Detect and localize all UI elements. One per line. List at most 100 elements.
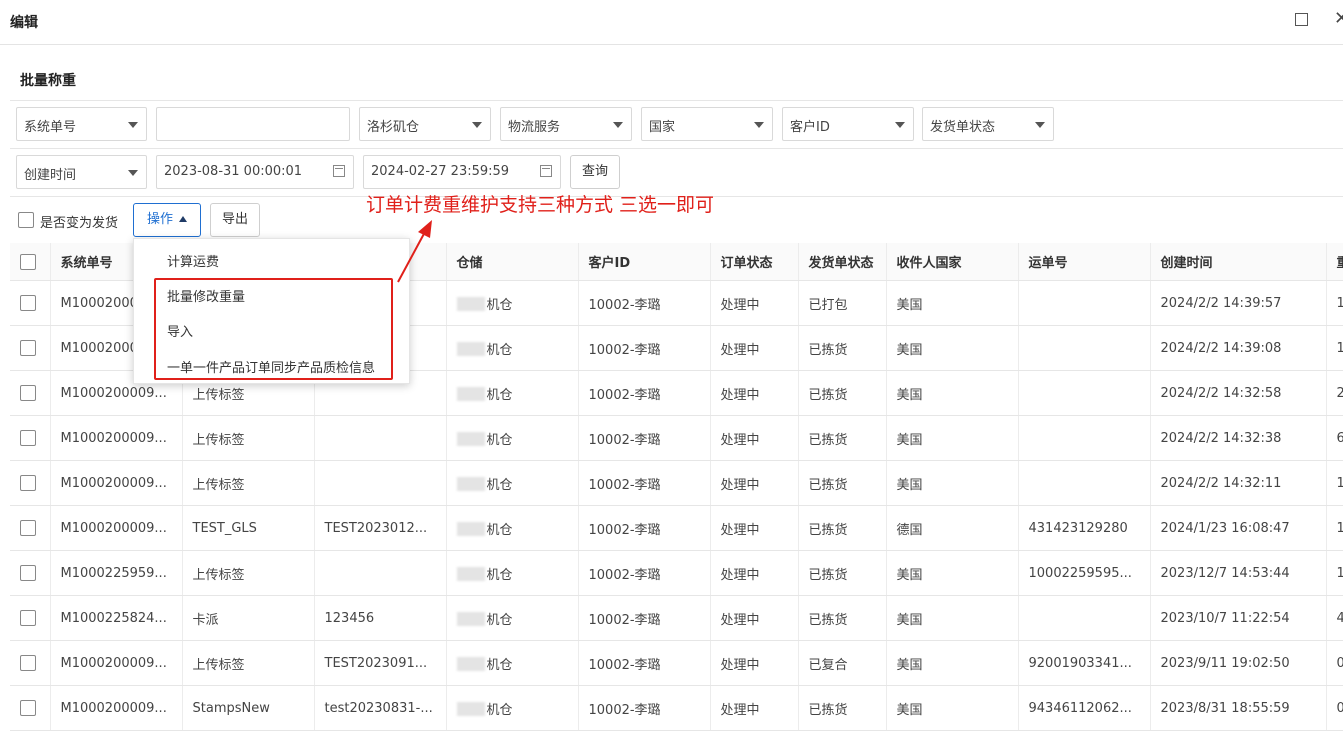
cell-text: 已拣货 bbox=[809, 433, 848, 448]
customer-id-select[interactable]: 客户ID bbox=[782, 107, 914, 141]
row-checkbox[interactable] bbox=[20, 520, 36, 536]
table-cell: 2024/2/2 14:39:57 bbox=[1150, 281, 1326, 326]
ship-checkbox[interactable] bbox=[18, 212, 34, 228]
cell-text: M1000200009... bbox=[61, 386, 167, 401]
table-cell: 已拣货 bbox=[798, 416, 886, 461]
cell-text: 上传标签 bbox=[193, 568, 245, 583]
table-cell: 美国 bbox=[886, 416, 1018, 461]
caret-up-icon bbox=[179, 216, 187, 222]
export-button[interactable]: 导出 bbox=[210, 203, 260, 237]
cell-text: 94346112062... bbox=[1029, 701, 1132, 716]
calendar-icon bbox=[333, 165, 345, 177]
table-cell bbox=[1018, 326, 1150, 371]
column-header[interactable]: 重 bbox=[1326, 243, 1343, 281]
shipment-status-select[interactable]: 发货单状态 bbox=[922, 107, 1054, 141]
cell-text: M1000200009... bbox=[61, 476, 167, 491]
column-header[interactable]: 运单号 bbox=[1018, 243, 1150, 281]
table-cell: 10002-李璐 bbox=[578, 686, 710, 731]
column-header[interactable]: 客户ID bbox=[578, 243, 710, 281]
cell-text: 1 bbox=[1337, 296, 1343, 311]
row-checkbox[interactable] bbox=[20, 475, 36, 491]
row-checkbox[interactable] bbox=[20, 565, 36, 581]
logistics-service-select[interactable]: 物流服务 bbox=[500, 107, 632, 141]
cell-text: 美国 bbox=[897, 658, 923, 673]
cell-text: 1 bbox=[1337, 566, 1343, 581]
window-titlebar: 编辑 ✕ bbox=[0, 0, 1343, 45]
cell-text: 卡派 bbox=[193, 613, 219, 628]
country-select[interactable]: 国家 bbox=[641, 107, 773, 141]
table-cell: 上传标签 bbox=[182, 551, 314, 596]
operate-button[interactable]: 操作 bbox=[133, 203, 201, 237]
table-cell: M1000200009... bbox=[50, 461, 182, 506]
cell-text: 美国 bbox=[897, 298, 923, 313]
cell-text: 0 bbox=[1337, 701, 1343, 716]
column-header[interactable]: 创建时间 bbox=[1150, 243, 1326, 281]
table-cell: 已拣货 bbox=[798, 596, 886, 641]
cell-text: 处理中 bbox=[721, 478, 760, 493]
cell-text: TEST2023091... bbox=[325, 656, 428, 671]
highlight-box bbox=[154, 278, 393, 380]
row-checkbox[interactable] bbox=[20, 295, 36, 311]
order-number-type-select[interactable]: 系统单号 bbox=[16, 107, 147, 141]
column-header[interactable]: 收件人国家 bbox=[886, 243, 1018, 281]
table-cell: 处理中 bbox=[710, 326, 798, 371]
cell-text: 6 bbox=[1337, 431, 1343, 446]
maximize-icon[interactable] bbox=[1295, 13, 1308, 26]
table-cell: 10002-李璐 bbox=[578, 551, 710, 596]
table-cell: 已拣货 bbox=[798, 686, 886, 731]
table-cell: 机仓 bbox=[446, 461, 578, 506]
end-date-input[interactable]: 2024-02-27 23:59:59 bbox=[363, 155, 561, 189]
table-cell: StampsNew bbox=[182, 686, 314, 731]
cell-text: 10002-李璐 bbox=[589, 523, 661, 538]
chevron-down-icon bbox=[754, 122, 764, 128]
row-checkbox[interactable] bbox=[20, 610, 36, 626]
table-cell: 处理中 bbox=[710, 551, 798, 596]
table-cell: 上传标签 bbox=[182, 461, 314, 506]
row-checkbox[interactable] bbox=[20, 340, 36, 356]
cell-text: 已拣货 bbox=[809, 343, 848, 358]
cell-text: 10002-李璐 bbox=[589, 658, 661, 673]
row-checkbox[interactable] bbox=[20, 700, 36, 716]
table-cell: 机仓 bbox=[446, 326, 578, 371]
table-cell: 已拣货 bbox=[798, 551, 886, 596]
close-icon[interactable]: ✕ bbox=[1334, 8, 1343, 29]
order-number-input[interactable] bbox=[156, 107, 350, 141]
query-button[interactable]: 查询 bbox=[570, 155, 620, 189]
cell-text: 2024/2/2 14:39:57 bbox=[1161, 296, 1282, 311]
table-cell bbox=[1018, 596, 1150, 641]
table-cell: 2024/1/23 16:08:47 bbox=[1150, 506, 1326, 551]
cell-text: 处理中 bbox=[721, 388, 760, 403]
select-all-checkbox[interactable] bbox=[20, 254, 36, 270]
row-checkbox[interactable] bbox=[20, 385, 36, 401]
table-cell: 4 bbox=[1326, 596, 1343, 641]
cell-text: 2024/2/2 14:32:11 bbox=[1161, 476, 1282, 491]
column-header[interactable]: 发货单状态 bbox=[798, 243, 886, 281]
table-cell: 美国 bbox=[886, 596, 1018, 641]
column-header[interactable]: 订单状态 bbox=[710, 243, 798, 281]
table-cell: 94346112062... bbox=[1018, 686, 1150, 731]
cell-text: 4 bbox=[1337, 611, 1343, 626]
cell-text: 10002-李璐 bbox=[589, 298, 661, 313]
table-cell: TEST2023012... bbox=[314, 506, 446, 551]
cell-text: 处理中 bbox=[721, 298, 760, 313]
cell-text: test20230831-... bbox=[325, 701, 433, 716]
chevron-down-icon bbox=[1035, 122, 1045, 128]
cell-text: 已拣货 bbox=[809, 523, 848, 538]
table-cell: 2023/10/7 11:22:54 bbox=[1150, 596, 1326, 641]
row-checkbox[interactable] bbox=[20, 655, 36, 671]
cell-text: 已复合 bbox=[809, 658, 848, 673]
cell-text: 2 bbox=[1337, 386, 1343, 401]
table-cell: 0 bbox=[1326, 686, 1343, 731]
time-type-select[interactable]: 创建时间 bbox=[16, 155, 147, 189]
menu-item-calc-freight[interactable]: 计算运费 bbox=[167, 251, 219, 270]
table-row: M1000200009...TEST_GLSTEST2023012...机仓10… bbox=[10, 506, 1343, 551]
table-cell: M1000200009... bbox=[50, 416, 182, 461]
column-header[interactable]: 仓储 bbox=[446, 243, 578, 281]
table-row: M1000200009...上传标签TEST2023091...机仓10002-… bbox=[10, 641, 1343, 686]
cell-text: 10002-李璐 bbox=[589, 703, 661, 718]
table-cell: 处理中 bbox=[710, 506, 798, 551]
warehouse-select[interactable]: 洛杉矶仓 bbox=[359, 107, 491, 141]
row-checkbox[interactable] bbox=[20, 430, 36, 446]
table-cell: 美国 bbox=[886, 371, 1018, 416]
start-date-input[interactable]: 2023-08-31 00:00:01 bbox=[156, 155, 354, 189]
